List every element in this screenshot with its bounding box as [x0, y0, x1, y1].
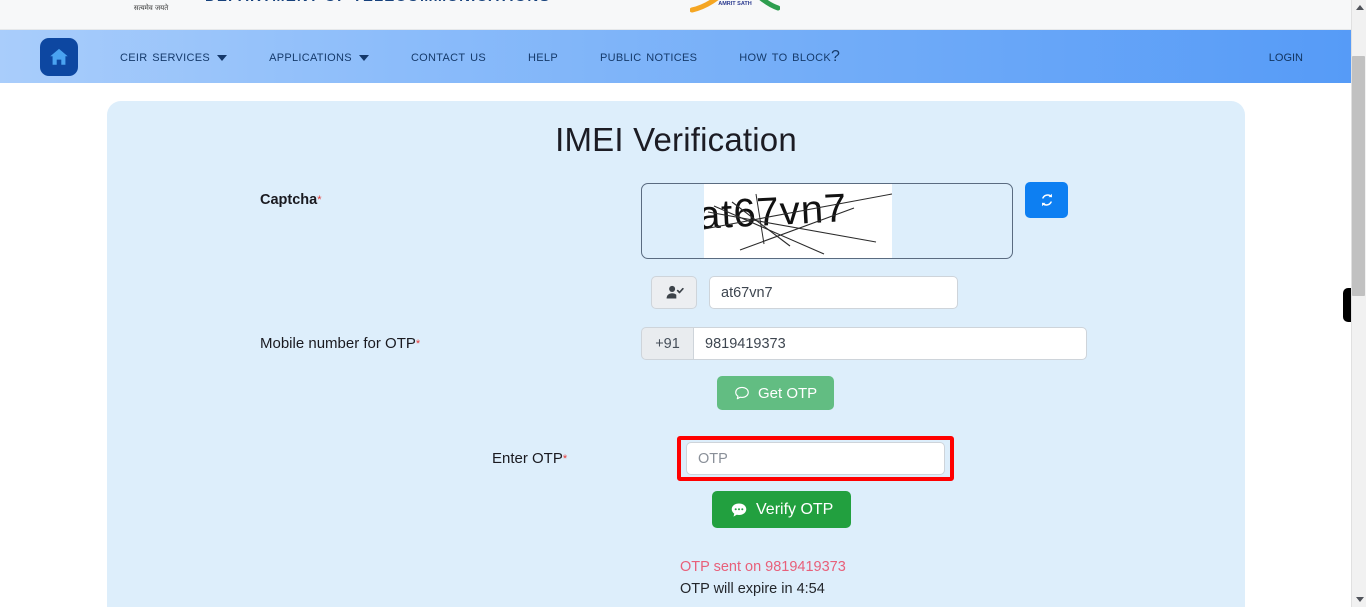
nav-label-how-to-block: How to block? — [739, 47, 841, 65]
nav-item-contact-us[interactable]: Contact Us — [411, 48, 486, 66]
nav-item-public-notices[interactable]: Public Notices — [600, 48, 697, 66]
otp-expire-message: OTP will expire in 4:54 — [680, 581, 825, 597]
home-icon[interactable] — [40, 37, 78, 76]
otp-label: Enter OTP — [492, 450, 563, 467]
national-emblem-icon: ☬ सत्यमेव जयते — [128, 0, 174, 24]
azadi-ka-amrit-mahotsav-logo: AZADI KA AMRIT SATH — [689, 0, 781, 14]
comment-icon — [735, 386, 749, 400]
captcha-image-box: at67vn7 — [641, 183, 1013, 259]
vertical-scrollbar[interactable] — [1351, 0, 1366, 607]
verify-otp-button[interactable]: Verify OTP — [712, 491, 852, 528]
nav-label-ceir-services: CEIR Services — [120, 47, 211, 65]
verify-captcha-button[interactable] — [651, 276, 697, 309]
captcha-noise-lines — [704, 193, 892, 255]
browser-viewport: ☬ सत्यमेव जयते DEPARTMENT OF TELECOMMUNI… — [0, 0, 1366, 607]
country-code-prefix: +91 — [641, 327, 693, 360]
main-navbar: CEIR Services Applications Contact Us He… — [0, 30, 1351, 83]
mobile-label: Mobile number for OTP — [260, 335, 416, 352]
nav-item-ceir-services[interactable]: CEIR Services — [120, 47, 228, 66]
house-glyph — [50, 48, 68, 65]
government-header: ☬ सत्यमेव जयते DEPARTMENT OF TELECOMMUNI… — [0, 0, 1351, 30]
captcha-required-mark: * — [317, 194, 322, 206]
mobile-label-row: Mobile number for OTP * — [260, 335, 420, 352]
otp-label-row: Enter OTP * — [492, 450, 567, 467]
chevron-down-icon — [217, 54, 228, 61]
captcha-input-row — [651, 276, 958, 309]
scrollbar-thumb[interactable] — [1352, 56, 1365, 296]
otp-input[interactable] — [686, 442, 945, 475]
comment-dots-icon — [731, 503, 747, 517]
nav-item-how-to-block[interactable]: How to block? — [739, 48, 840, 66]
azadi-logo-text: AZADI KA AMRIT SATH — [718, 0, 752, 7]
nav-item-applications[interactable]: Applications — [269, 48, 369, 66]
scroll-down-arrow[interactable] — [1352, 592, 1366, 607]
nav-links: CEIR Services Applications Contact Us He… — [120, 48, 1269, 66]
mobile-number-input[interactable] — [693, 327, 1087, 360]
captcha-image: at67vn7 — [704, 184, 892, 258]
otp-required-mark: * — [562, 452, 568, 465]
edge-side-tab[interactable] — [1343, 288, 1351, 322]
get-otp-button[interactable]: Get OTP — [717, 376, 835, 410]
verify-otp-label: Verify OTP — [756, 500, 834, 518]
nav-label-applications: Applications — [269, 47, 352, 65]
captcha-label-row: Captcha * — [260, 192, 500, 208]
nav-label-public-notices: Public Notices — [599, 47, 698, 65]
refresh-captcha-button[interactable] — [1025, 182, 1068, 218]
otp-sent-message: OTP sent on 9819419373 — [680, 559, 846, 575]
mobile-input-row: +91 — [641, 327, 1087, 360]
captcha-label: Captcha — [260, 192, 318, 208]
emblem-motto: सत्यमेव जयते — [133, 4, 169, 12]
scroll-up-glyph — [1355, 5, 1364, 10]
nav-label-help: Help — [528, 47, 558, 65]
mobile-required-mark: * — [415, 337, 421, 350]
scroll-down-glyph — [1355, 597, 1364, 602]
scroll-up-arrow[interactable] — [1352, 0, 1366, 15]
captcha-input[interactable] — [709, 276, 958, 309]
nav-item-help[interactable]: Help — [528, 48, 558, 66]
department-title: DEPARTMENT OF TELECOMMUNICATIONS — [205, 0, 550, 5]
chevron-down-icon — [358, 54, 369, 61]
login-link[interactable]: Login — [1269, 48, 1303, 66]
page-title: IMEI Verification — [555, 121, 797, 158]
user-check-icon — [666, 285, 684, 299]
nav-label-contact-us: Contact Us — [410, 47, 487, 65]
get-otp-label: Get OTP — [758, 384, 818, 402]
refresh-icon — [1041, 193, 1052, 207]
